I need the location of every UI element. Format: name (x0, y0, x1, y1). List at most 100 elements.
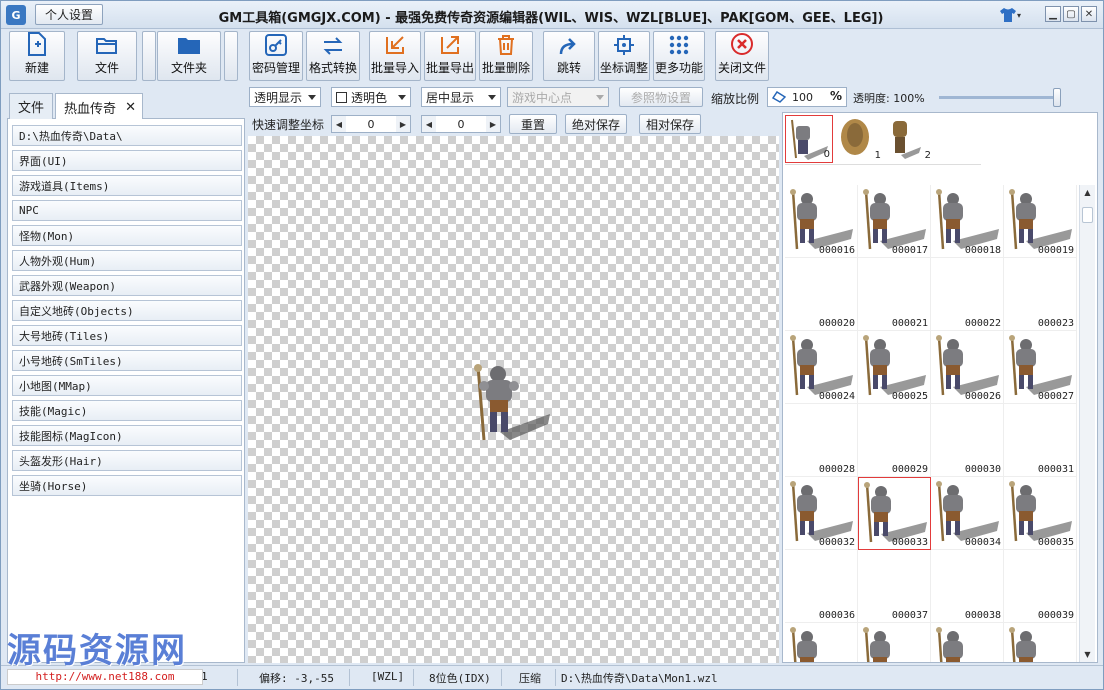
list-item-horse[interactable]: 坐骑(Horse) (12, 475, 242, 496)
frame-cell[interactable]: 000030 (931, 404, 1004, 477)
reset-button[interactable]: 重置 (509, 114, 557, 134)
frame-index: 000032 (818, 537, 855, 548)
tab-legend[interactable]: 热血传奇 ✕ (55, 93, 143, 120)
decrement-x-button[interactable]: ◀ (332, 116, 346, 132)
coord-adjust-button[interactable]: 坐标调整 (598, 31, 650, 81)
frame-cell[interactable]: 000018 (931, 185, 1004, 258)
list-item-hum[interactable]: 人物外观(Hum) (12, 250, 242, 271)
frame-index: 000022 (964, 318, 1001, 329)
file-thumb-0[interactable]: 0 (785, 115, 833, 163)
decrement-y-button[interactable]: ◀ (422, 116, 436, 132)
frame-cell[interactable] (1004, 623, 1077, 662)
list-item-tiles[interactable]: 大号地砖(Tiles) (12, 325, 242, 346)
frame-cell[interactable] (931, 623, 1004, 662)
frame-sprite (936, 627, 963, 662)
reference-settings-button[interactable]: 参照物设置 (619, 87, 703, 107)
folder-open-icon (96, 38, 117, 54)
coord-x-spinner[interactable]: ◀ 0 ▶ (331, 115, 411, 133)
format-convert-button[interactable]: 格式转换 (306, 31, 360, 81)
open-folder-button[interactable]: 文件夹 (157, 31, 221, 81)
frames-scrollbar[interactable]: ▲ ▼ (1079, 185, 1095, 662)
frame-cell[interactable]: 000032 (785, 477, 858, 550)
frame-cell[interactable]: 000037 (858, 550, 931, 623)
file-thumb-1[interactable]: 1 (835, 115, 883, 163)
preview-canvas[interactable] (248, 136, 779, 663)
scroll-thumb[interactable] (1082, 207, 1093, 223)
frame-cell[interactable]: 000036 (785, 550, 858, 623)
frame-cell[interactable]: 000035 (1004, 477, 1077, 550)
list-item-data-path[interactable]: D:\热血传奇\Data\ (12, 125, 242, 146)
list-item-ui[interactable]: 界面(UI) (12, 150, 242, 171)
list-item-items[interactable]: 游戏道具(Items) (12, 175, 242, 196)
batch-delete-button[interactable]: 批量删除 (479, 31, 533, 81)
frame-cell[interactable]: 000016 (785, 185, 858, 258)
frame-cell[interactable]: 000021 (858, 258, 931, 331)
frame-cell[interactable] (858, 623, 931, 662)
frame-cell[interactable]: 000031 (1004, 404, 1077, 477)
frame-cell[interactable]: 000026 (931, 331, 1004, 404)
list-item-hair[interactable]: 头盔发形(Hair) (12, 450, 242, 471)
frame-cell[interactable]: 000039 (1004, 550, 1077, 623)
list-item-npc[interactable]: NPC (12, 200, 242, 221)
frame-sprite (936, 189, 999, 250)
frame-cell[interactable]: 000024 (785, 331, 858, 404)
batch-import-button[interactable]: 批量导入 (369, 31, 421, 81)
coord-y-spinner[interactable]: ◀ 0 ▶ (421, 115, 501, 133)
frame-sprite (1009, 481, 1072, 542)
game-center-select[interactable]: 游戏中心点 (507, 87, 609, 107)
frame-index: 000039 (1037, 610, 1074, 621)
list-item-mon[interactable]: 怪物(Mon) (12, 225, 242, 246)
frame-cell[interactable]: 000023 (1004, 258, 1077, 331)
more-functions-button[interactable]: 更多功能 (653, 31, 705, 81)
frame-cell[interactable]: 000020 (785, 258, 858, 331)
jump-button[interactable]: 跳转 (543, 31, 595, 81)
list-item-smtiles[interactable]: 小号地砖(SmTiles) (12, 350, 242, 371)
frame-cell[interactable]: 000033 (858, 477, 931, 550)
frame-cell[interactable]: 000038 (931, 550, 1004, 623)
password-manage-button[interactable]: 密码管理 (249, 31, 303, 81)
frame-cell[interactable]: 000025 (858, 331, 931, 404)
window-title: GM工具箱(GMGJX.COM) - 最强免费传奇资源编辑器(WIL、WIS、W… (218, 11, 884, 26)
opacity-slider[interactable] (939, 88, 1061, 107)
zoom-input[interactable]: 100 % (767, 87, 847, 107)
swap-icon (323, 37, 343, 55)
new-button[interactable]: 新建 (9, 31, 65, 81)
increment-x-button[interactable]: ▶ (396, 116, 410, 132)
frame-cell[interactable]: 000017 (858, 185, 931, 258)
list-item-magicon[interactable]: 技能图标(MagIcon) (12, 425, 242, 446)
personal-settings-button[interactable]: 个人设置 (35, 4, 103, 25)
maximize-button[interactable]: ▢ (1063, 6, 1079, 22)
frame-cell[interactable]: 000022 (931, 258, 1004, 331)
scroll-down-icon[interactable]: ▼ (1080, 647, 1095, 662)
open-file-button[interactable]: 文件 (77, 31, 137, 81)
list-item-weapon[interactable]: 武器外观(Weapon) (12, 275, 242, 296)
frame-cell[interactable]: 000034 (931, 477, 1004, 550)
frame-cell[interactable]: 000019 (1004, 185, 1077, 258)
list-item-magic[interactable]: 技能(Magic) (12, 400, 242, 421)
absolute-save-button[interactable]: 绝对保存 (565, 114, 627, 134)
display-mode-select[interactable]: 透明显示 (249, 87, 321, 107)
frame-sprite (863, 627, 890, 662)
scroll-up-icon[interactable]: ▲ (1080, 185, 1095, 200)
frame-cell[interactable]: 000028 (785, 404, 858, 477)
tab-file[interactable]: 文件 (9, 93, 53, 119)
relative-save-button[interactable]: 相对保存 (639, 114, 701, 134)
skin-shirt-icon[interactable]: ▾ (999, 6, 1021, 24)
close-file-button[interactable]: 关闭文件 (715, 31, 769, 81)
batch-export-button[interactable]: 批量导出 (424, 31, 476, 81)
frame-cell[interactable]: 000029 (858, 404, 931, 477)
file-thumb-2[interactable]: 2 (885, 115, 933, 163)
opacity-slider-thumb[interactable] (1053, 88, 1061, 107)
toolbar-separator (224, 31, 238, 81)
frame-cell[interactable] (785, 623, 858, 662)
increment-y-button[interactable]: ▶ (486, 116, 500, 132)
center-display-select[interactable]: 居中显示 (421, 87, 501, 107)
eraser-icon (771, 90, 787, 106)
transparent-color-select[interactable]: 透明色 (331, 87, 411, 107)
list-item-mmap[interactable]: 小地图(MMap) (12, 375, 242, 396)
list-item-objects[interactable]: 自定义地砖(Objects) (12, 300, 242, 321)
close-tab-icon[interactable]: ✕ (125, 100, 136, 115)
close-window-button[interactable]: ✕ (1081, 6, 1097, 22)
frame-cell[interactable]: 000027 (1004, 331, 1077, 404)
minimize-button[interactable]: ▁ (1045, 6, 1061, 22)
